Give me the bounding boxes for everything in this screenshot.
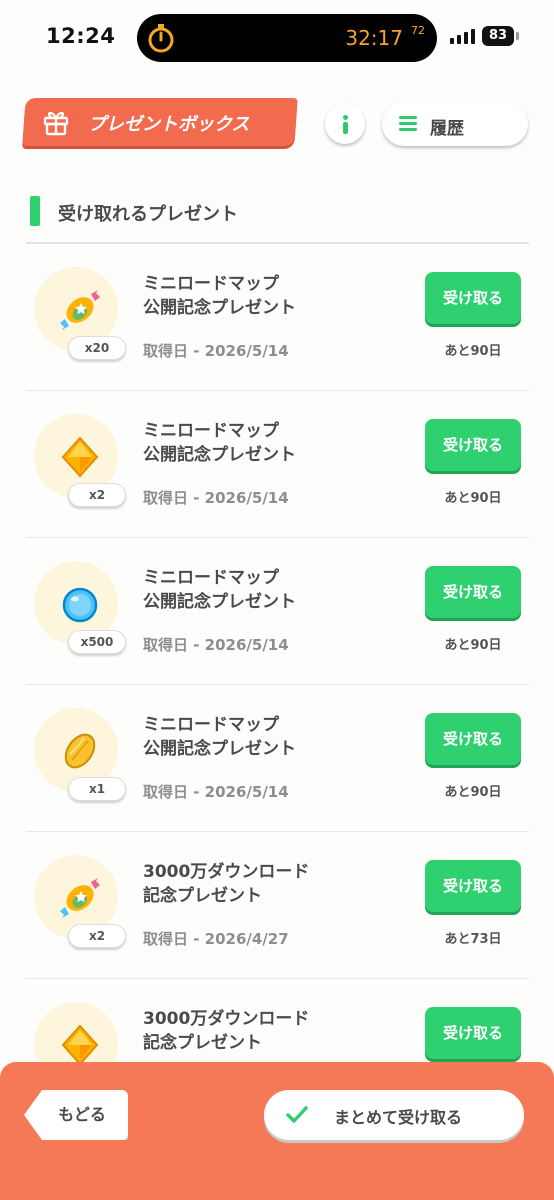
- present-box-title-tab: プレゼントボックス: [22, 98, 298, 146]
- present-title: 3000万ダウンロード 記念プレゼント: [143, 860, 343, 908]
- quantity-badge: x2: [68, 483, 126, 507]
- quantity-badge: x500: [68, 630, 126, 654]
- stopwatch-icon: [148, 24, 174, 53]
- orb-icon: [62, 587, 98, 623]
- present-title-line: ミニロードマップ: [143, 274, 279, 294]
- present-title-line: 記念プレゼント: [143, 886, 262, 906]
- present-title-line: 公開記念プレゼント: [143, 739, 296, 759]
- present-title-line: ミニロードマップ: [143, 715, 279, 735]
- present-title-line: 公開記念プレゼント: [143, 445, 296, 465]
- receive-button[interactable]: 受け取る: [425, 1007, 521, 1059]
- receive-all-button[interactable]: まとめて受け取る: [264, 1090, 524, 1140]
- candy-icon: [60, 290, 100, 330]
- present-row: x2 3000万ダウンロード 記念プレゼント 取得日 - 2026/4/27 受…: [26, 832, 529, 979]
- days-remaining: あと90日: [444, 491, 502, 506]
- received-date: 取得日 - 2026/5/14: [143, 342, 289, 360]
- section-marker: [30, 196, 40, 226]
- receive-button[interactable]: 受け取る: [425, 566, 521, 618]
- timer-fraction: 72: [411, 24, 425, 37]
- check-icon: [286, 1106, 308, 1123]
- seed-icon: [64, 733, 96, 769]
- history-button-label: 履歴: [430, 119, 464, 139]
- received-date: 取得日 - 2026/4/27: [143, 930, 289, 948]
- present-title: ミニロードマップ 公開記念プレゼント: [143, 272, 343, 320]
- back-button[interactable]: もどる: [24, 1090, 128, 1140]
- receive-button[interactable]: 受け取る: [425, 860, 521, 912]
- days-remaining: あと90日: [444, 785, 502, 800]
- present-title: ミニロードマップ 公開記念プレゼント: [143, 566, 343, 614]
- present-row: x2 ミニロードマップ 公開記念プレゼント 取得日 - 2026/5/14 受け…: [26, 391, 529, 538]
- dynamic-island[interactable]: 32:17 72: [137, 14, 437, 62]
- present-title-line: 3000万ダウンロード: [143, 862, 310, 882]
- present-title: ミニロードマップ 公開記念プレゼント: [143, 419, 343, 467]
- status-bar: 12:24 32:17 72 83: [0, 0, 554, 78]
- present-title-line: ミニロードマップ: [143, 568, 279, 588]
- receive-button[interactable]: 受け取る: [425, 713, 521, 765]
- present-title-line: 記念プレゼント: [143, 1033, 262, 1053]
- page-title: プレゼントボックス: [87, 114, 250, 135]
- present-row: x500 ミニロードマップ 公開記念プレゼント 取得日 - 2026/5/14 …: [26, 538, 529, 685]
- days-remaining: あと90日: [444, 638, 502, 653]
- quantity-badge: x20: [68, 336, 126, 360]
- section-title: 受け取れるプレゼント: [58, 204, 238, 225]
- battery-icon: 83: [482, 26, 514, 46]
- receive-button[interactable]: 受け取る: [425, 419, 521, 471]
- present-row: x1 ミニロードマップ 公開記念プレゼント 取得日 - 2026/5/14 受け…: [26, 685, 529, 832]
- present-title: 3000万ダウンロード 記念プレゼント: [143, 1007, 343, 1055]
- quantity-badge: x1: [68, 777, 126, 801]
- days-remaining: あと90日: [444, 344, 502, 359]
- receive-button[interactable]: 受け取る: [425, 272, 521, 324]
- history-button[interactable]: 履歴: [382, 102, 528, 146]
- receive-all-label: まとめて受け取る: [334, 1108, 463, 1127]
- present-title-line: 3000万ダウンロード: [143, 1009, 310, 1029]
- info-button[interactable]: [325, 104, 365, 144]
- signal-icon: [450, 28, 476, 44]
- present-title-line: 公開記念プレゼント: [143, 298, 296, 318]
- present-title: ミニロードマップ 公開記念プレゼント: [143, 713, 343, 761]
- present-title-line: 公開記念プレゼント: [143, 592, 296, 612]
- received-date: 取得日 - 2026/5/14: [143, 783, 289, 801]
- timer-readout: 32:17: [345, 26, 403, 50]
- quantity-badge: x2: [68, 924, 126, 948]
- diamond-icon: [61, 1024, 99, 1066]
- candy-icon: [60, 878, 100, 918]
- present-title-line: ミニロードマップ: [143, 421, 279, 441]
- status-time: 12:24: [46, 24, 116, 48]
- present-row: x20 ミニロードマップ 公開記念プレゼント 取得日 - 2026/5/14 受…: [26, 244, 529, 391]
- list-icon: [399, 116, 417, 132]
- diamond-icon: [61, 436, 99, 478]
- info-icon: [343, 115, 348, 120]
- footer-bar: もどる まとめて受け取る: [0, 1062, 554, 1200]
- days-remaining: あと73日: [444, 932, 502, 947]
- gift-icon: [43, 111, 69, 136]
- received-date: 取得日 - 2026/5/14: [143, 636, 289, 654]
- battery-tip: [516, 32, 519, 40]
- received-date: 取得日 - 2026/5/14: [143, 489, 289, 507]
